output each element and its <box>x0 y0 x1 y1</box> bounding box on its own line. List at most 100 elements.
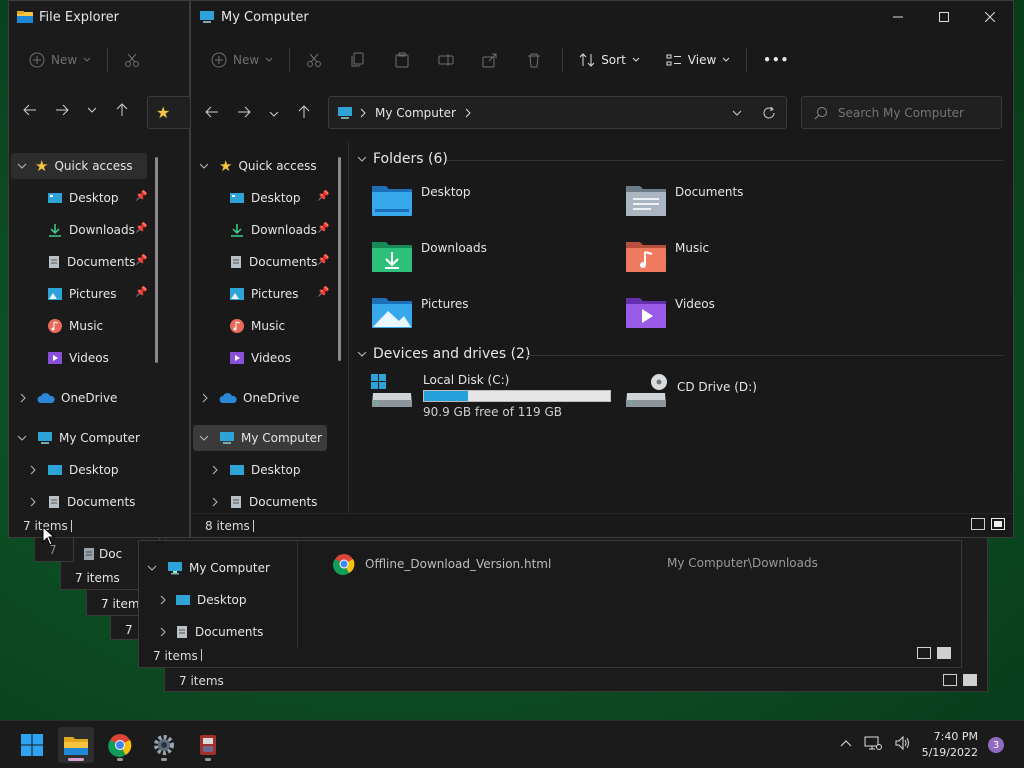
view-button[interactable]: View <box>656 44 740 76</box>
nav-item-music[interactable]: Music <box>47 313 103 339</box>
details-view-icon[interactable] <box>943 674 957 686</box>
nav-item-documents[interactable]: Documents <box>211 489 317 513</box>
folder-desktop[interactable]: Desktop <box>371 183 471 217</box>
copy-button[interactable] <box>340 44 376 76</box>
search-box[interactable] <box>801 96 1002 129</box>
nav-item-downloads[interactable]: Downloads <box>229 217 317 243</box>
cut-button[interactable] <box>296 44 332 76</box>
network-icon[interactable] <box>864 735 882 751</box>
view-toggle[interactable] <box>943 674 977 686</box>
forward-arrow-icon[interactable] <box>55 103 69 117</box>
sort-button[interactable]: Sort <box>569 44 650 76</box>
downloads-window[interactable]: My Computer Desktop Documents Offline_Do… <box>138 540 962 668</box>
volume-icon[interactable] <box>894 735 912 751</box>
file-explorer-window[interactable]: File Explorer New ★ ★ Quick access Deskt… <box>8 0 191 538</box>
nav-item-desktop[interactable]: Desktop <box>29 457 119 483</box>
nav-item-onedrive[interactable]: OneDrive <box>19 385 117 411</box>
nav-item-music[interactable]: Music <box>229 313 285 339</box>
nav-item-videos[interactable]: Videos <box>47 345 109 371</box>
nav-item-videos[interactable]: Videos <box>229 345 291 371</box>
nav-item-documents[interactable]: Documents <box>229 249 317 275</box>
nav-item-downloads[interactable]: Downloads <box>47 217 135 243</box>
share-button[interactable] <box>472 44 508 76</box>
back-arrow-icon[interactable] <box>205 105 219 119</box>
taskbar-settings[interactable] <box>146 727 182 763</box>
nav-item-onedrive[interactable]: OneDrive <box>201 385 299 411</box>
nav-item-desktop[interactable]: Desktop <box>159 587 247 613</box>
folders-group-header[interactable]: Folders (6) <box>357 151 448 167</box>
title-bar[interactable]: File Explorer <box>9 1 189 33</box>
nav-item-pictures[interactable]: Pictures <box>229 281 299 307</box>
paste-button[interactable] <box>384 44 420 76</box>
folder-downloads[interactable]: Downloads <box>371 239 487 273</box>
nav-item-my-computer[interactable]: My Computer <box>17 425 140 451</box>
new-button[interactable]: New <box>201 44 283 76</box>
forward-arrow-icon[interactable] <box>237 105 251 119</box>
drive-c[interactable]: Local Disk (C:) 90.9 GB free of 119 GB <box>371 373 611 419</box>
nav-item-pictures[interactable]: Pictures <box>47 281 117 307</box>
taskbar-chrome[interactable] <box>102 727 138 763</box>
tiles-view-icon[interactable] <box>937 647 951 659</box>
new-button[interactable]: New <box>19 44 101 76</box>
up-arrow-icon[interactable] <box>297 105 311 119</box>
nav-item-quick-access[interactable]: ★ Quick access <box>11 153 147 179</box>
close-button[interactable] <box>967 1 1013 33</box>
nav-item-documents[interactable]: Documents <box>29 489 135 515</box>
address-bar[interactable]: ★ <box>147 96 191 129</box>
my-computer-window[interactable]: My Computer New Sort View ••• My Compute… <box>190 0 1014 538</box>
taskbar-file-explorer[interactable] <box>58 727 94 763</box>
details-view-icon[interactable] <box>917 647 931 659</box>
nav-item-my-computer-selected[interactable]: My Computer <box>193 425 327 451</box>
folder-documents[interactable]: Documents <box>625 183 743 217</box>
delete-button[interactable] <box>516 44 552 76</box>
search-input[interactable] <box>838 105 988 120</box>
folder-label: Pictures <box>421 297 469 311</box>
back-arrow-icon[interactable] <box>23 103 37 117</box>
recent-chevron-icon[interactable] <box>269 110 279 118</box>
address-bar[interactable]: My Computer <box>328 96 787 129</box>
nav-item-quick-access[interactable]: ★ Quick access <box>199 153 317 179</box>
nav-item-desktop[interactable]: Desktop <box>229 185 301 211</box>
refresh-icon[interactable] <box>762 106 776 120</box>
nav-item-documents[interactable]: Documents <box>159 619 263 645</box>
maximize-button[interactable] <box>921 1 967 33</box>
devices-group-header[interactable]: Devices and drives (2) <box>357 346 530 362</box>
status-item-count: 7 <box>125 623 133 637</box>
recent-chevron-icon[interactable] <box>87 106 97 114</box>
status-item-count: 7 items <box>153 649 198 663</box>
view-toggle[interactable] <box>917 647 951 659</box>
nav-item-documents[interactable]: Doc <box>83 547 122 561</box>
title-bar[interactable]: My Computer <box>191 1 1013 33</box>
folder-music[interactable]: Music <box>625 239 709 273</box>
nav-item-desktop[interactable]: Desktop <box>47 185 119 211</box>
show-hidden-icons-chevron-icon[interactable] <box>840 739 852 747</box>
taskbar-app[interactable] <box>190 727 226 763</box>
rename-button[interactable] <box>428 44 464 76</box>
details-view-icon[interactable] <box>971 518 985 530</box>
drive-d[interactable]: CD Drive (D:) <box>625 373 757 409</box>
cut-button[interactable] <box>114 44 150 76</box>
share-icon <box>482 53 497 68</box>
folder-videos[interactable]: Videos <box>625 295 715 329</box>
folder-pictures[interactable]: Pictures <box>371 295 469 329</box>
nav-item-documents[interactable]: Documents <box>47 249 135 275</box>
address-history-chevron-icon[interactable] <box>732 109 742 117</box>
up-arrow-icon[interactable] <box>115 103 129 117</box>
chevron-right-icon <box>212 465 218 475</box>
group-divider <box>447 160 1003 161</box>
nav-item-my-computer[interactable]: My Computer <box>147 555 270 581</box>
notification-badge[interactable]: 3 <box>988 737 1004 753</box>
view-toggle[interactable] <box>971 518 1005 530</box>
breadcrumb-my-computer[interactable]: My Computer <box>375 106 456 120</box>
start-button[interactable] <box>14 727 50 763</box>
tiles-view-icon[interactable] <box>991 518 1005 530</box>
more-options-button[interactable]: ••• <box>753 44 799 76</box>
chevron-right-icon[interactable] <box>464 108 472 118</box>
nav-scrollbar[interactable] <box>155 157 158 363</box>
file-row[interactable]: Offline_Download_Version.html <box>333 553 551 575</box>
nav-item-desktop[interactable]: Desktop <box>211 457 301 483</box>
minimize-button[interactable] <box>875 1 921 33</box>
nav-scrollbar[interactable] <box>338 157 341 361</box>
clock[interactable]: 7:40 PM 5/19/2022 <box>918 729 978 761</box>
tiles-view-icon[interactable] <box>963 674 977 686</box>
